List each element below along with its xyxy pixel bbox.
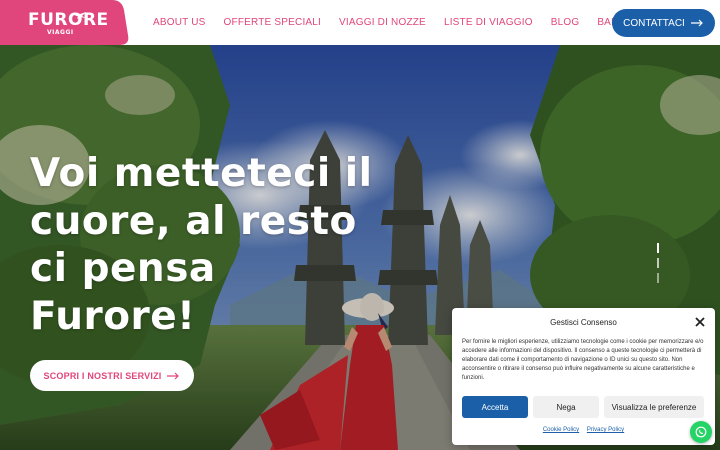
privacy-policy-link[interactable]: Privacy Policy bbox=[587, 427, 624, 433]
nav-liste-di-viaggio[interactable]: LISTE DI VIAGGIO bbox=[444, 17, 533, 28]
headline-line-1: Voi metteteci il bbox=[30, 151, 373, 196]
contact-button-label: CONTATTACI bbox=[623, 17, 685, 29]
scroll-indicator bbox=[657, 243, 659, 283]
cta-label: SCOPRI I NOSTRI SERVIZI bbox=[43, 370, 162, 381]
nav-offerte-speciali[interactable]: OFFERTE SPECIALI bbox=[224, 17, 321, 28]
close-icon-glyph bbox=[695, 317, 705, 327]
cookie-title: Gestisci Consenso bbox=[550, 318, 617, 327]
main-nav: ABOUT US OFFERTE SPECIALI VIAGGI DI NOZZ… bbox=[153, 0, 691, 45]
cookie-policy-link[interactable]: Cookie Policy bbox=[543, 427, 579, 433]
logo-text: FURORE bbox=[28, 10, 109, 30]
cookie-consent-dialog: Gestisci Consenso Per fornire le miglior… bbox=[452, 308, 715, 445]
deny-button[interactable]: Nega bbox=[533, 396, 599, 418]
view-preferences-button[interactable]: Visualizza le preferenze bbox=[604, 396, 704, 418]
cookie-links: Cookie Policy Privacy Policy bbox=[452, 427, 715, 433]
headline-line-4: Furore! bbox=[30, 293, 196, 339]
arrow-right-icon bbox=[690, 19, 703, 27]
logo-subtitle: VIAGGI bbox=[47, 29, 74, 36]
hero-headline: Voi metteteci il cuore, al resto ci pens… bbox=[30, 150, 410, 340]
discover-services-button[interactable]: SCOPRI I NOSTRI SERVIZI bbox=[30, 360, 194, 391]
close-icon[interactable] bbox=[693, 315, 707, 329]
contact-button[interactable]: CONTATTACI bbox=[612, 9, 715, 37]
headline-line-3: ci pensa bbox=[30, 246, 216, 291]
nav-about-us[interactable]: ABOUT US bbox=[153, 17, 206, 28]
cookie-body-text: Per fornire le migliori esperienze, util… bbox=[462, 339, 704, 381]
nav-viaggi-di-nozze[interactable]: VIAGGI DI NOZZE bbox=[339, 17, 426, 28]
arrow-right-icon bbox=[167, 372, 180, 379]
whatsapp-button[interactable] bbox=[690, 421, 712, 443]
page: FURORE VIAGGI ABOUT US OFFERTE SPECIALI … bbox=[0, 0, 720, 450]
logo[interactable]: FURORE VIAGGI bbox=[0, 0, 130, 45]
accept-button[interactable]: Accetta bbox=[462, 396, 528, 418]
headline-line-2: cuore, al resto bbox=[30, 198, 357, 244]
plane-icon bbox=[74, 12, 86, 19]
cookie-button-row: Accetta Nega Visualizza le preferenze bbox=[462, 396, 708, 418]
site-header: FURORE VIAGGI ABOUT US OFFERTE SPECIALI … bbox=[0, 0, 720, 45]
whatsapp-icon bbox=[695, 426, 707, 438]
nav-blog[interactable]: BLOG bbox=[551, 17, 580, 28]
